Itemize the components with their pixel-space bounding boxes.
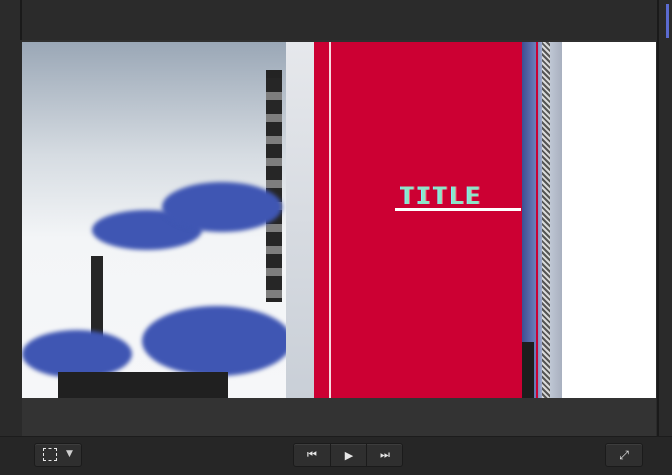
top-panel	[0, 0, 672, 40]
chevron-down-icon: ▼	[66, 449, 73, 459]
red-thin-rule	[536, 42, 538, 398]
red-panel-rule	[329, 42, 331, 398]
right-separator	[657, 0, 659, 474]
video-frame[interactable]: TITLE	[22, 42, 656, 398]
right-accent-bar	[666, 4, 669, 38]
factory-silhouette	[58, 372, 228, 398]
title-underline	[395, 208, 521, 211]
title-overlay: TITLE	[400, 182, 483, 210]
smoke-plume	[142, 306, 292, 376]
play-icon: ▶	[344, 448, 354, 462]
skip-back-button[interactable]: ⏮	[294, 444, 330, 466]
smoke-plume	[22, 330, 132, 378]
dark-strip	[522, 342, 534, 398]
play-button[interactable]: ▶	[330, 444, 367, 466]
viewer-lower-bar	[22, 398, 656, 436]
left-separator	[20, 0, 22, 40]
transport-controls: ⏮ ▶ ⏭	[293, 443, 403, 467]
skip-back-icon: ⏮	[307, 448, 317, 461]
gray-strip	[286, 42, 314, 398]
hatched-strip	[542, 42, 550, 398]
industrial-photo	[22, 42, 292, 398]
crop-button[interactable]: ▼	[34, 443, 82, 467]
crop-icon	[43, 448, 57, 461]
fullscreen-icon: ⤢	[619, 447, 629, 462]
tall-smokestack	[266, 70, 282, 302]
fullscreen-button[interactable]: ⤢	[605, 443, 643, 467]
skip-forward-button[interactable]: ⏭	[366, 444, 403, 466]
smoke-plume	[162, 182, 282, 232]
skip-forward-icon: ⏭	[380, 448, 390, 461]
red-title-panel	[314, 42, 522, 398]
